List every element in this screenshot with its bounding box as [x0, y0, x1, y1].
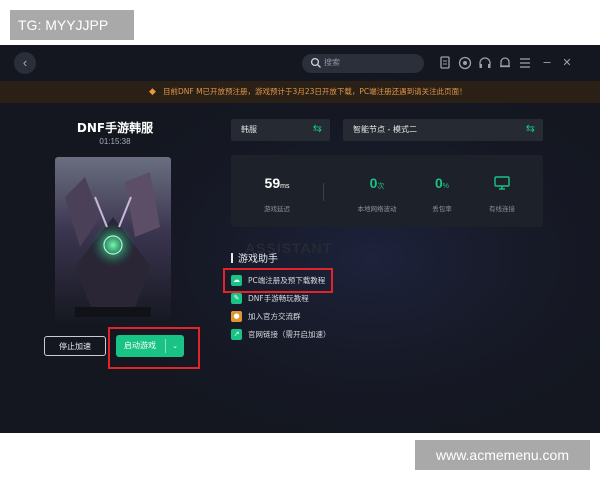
search-box[interactable]: 搜索 [302, 54, 424, 73]
group-icon: ● [231, 311, 242, 322]
search-icon [310, 57, 321, 68]
region-selector-label: 韩服 [241, 125, 257, 134]
minimize-icon[interactable]: − [538, 54, 556, 72]
swap-icon: ⇆ [312, 122, 322, 135]
assistant-item[interactable]: ✎ DNF手游畅玩教程 [231, 292, 331, 306]
game-title: DNF手游韩服 [76, 121, 154, 135]
stat-fluctuation-label: 本地网络波动 [357, 205, 397, 213]
stat-fluctuation-value: 0次 [369, 175, 385, 191]
megaphone-icon: ◆ [149, 86, 156, 96]
stat-divider [323, 183, 324, 201]
close-icon[interactable]: ✕ [558, 54, 576, 72]
monitor-icon [494, 176, 510, 190]
headset-icon[interactable] [476, 54, 494, 72]
network-stats-panel: 59ms 游戏延迟 0次 本地网络波动 0% 丢包率 有线连接 [231, 155, 543, 227]
acceleration-timer: 01:15:38 [99, 137, 131, 146]
swap-icon: ⇆ [525, 122, 535, 135]
assistant-title: 游戏助手 [231, 250, 278, 265]
node-selector[interactable]: 智能节点 - 模式二 ⇆ [343, 119, 543, 141]
stat-latency: 59ms 游戏延迟 [231, 155, 323, 227]
node-selector-label: 智能节点 - 模式二 [353, 125, 417, 134]
assistant-item[interactable]: ↗ 官网链接（需开启加速） [231, 328, 331, 342]
watermark-bottom-right: www.acmemenu.com [415, 440, 590, 470]
watermark-top-left: TG: MYYJJPP [10, 10, 134, 40]
speedometer-icon[interactable] [456, 54, 474, 72]
assistant-item[interactable]: ● 加入官方交流群 [231, 310, 331, 324]
game-cover-art [55, 157, 171, 323]
highlight-box-tutorial [223, 268, 333, 293]
assistant-item-label: DNF手游畅玩教程 [248, 294, 309, 303]
bell-icon[interactable] [496, 54, 514, 72]
stat-packet-loss-value: 0% [434, 175, 450, 191]
title-accent-bar [231, 253, 233, 263]
search-placeholder: 搜索 [324, 58, 340, 67]
clipboard-icon[interactable] [436, 54, 454, 72]
stat-packet-loss-label: 丢包率 [432, 205, 452, 213]
stat-fluctuation: 0次 本地网络波动 [341, 155, 413, 227]
assistant-item-label: 官网链接（需开启加速） [248, 330, 331, 339]
guide-icon: ✎ [231, 293, 242, 304]
stat-connection-label: 有线连接 [489, 205, 515, 213]
stat-latency-label: 游戏延迟 [264, 205, 290, 213]
stat-latency-value: 59ms [264, 175, 290, 191]
assistant-title-text: 游戏助手 [238, 254, 278, 265]
stat-packet-loss: 0% 丢包率 [411, 155, 473, 227]
app-window: ‹ 搜索 − ✕ ◆ 目前DNF M已开放预注册，游戏预计于3月23日开放下载，… [0, 45, 600, 433]
back-button[interactable]: ‹ [14, 52, 36, 74]
highlight-box-start [108, 327, 200, 369]
notice-bar: ◆ 目前DNF M已开放预注册，游戏预计于3月23日开放下载，PC端注册还遇到请… [0, 81, 600, 103]
region-selector[interactable]: 韩服 ⇆ [231, 119, 330, 141]
titlebar: ‹ 搜索 − ✕ [0, 45, 600, 81]
notice-text[interactable]: 目前DNF M已开放预注册，游戏预计于3月23日开放下载，PC端注册还遇到请关注… [163, 86, 467, 97]
assistant-item-label: 加入官方交流群 [248, 312, 301, 321]
stop-acceleration-button[interactable]: 停止加速 [44, 336, 106, 356]
stat-connection: 有线连接 [469, 155, 535, 227]
chevron-left-icon: ‹ [22, 55, 28, 70]
link-icon: ↗ [231, 329, 242, 340]
menu-icon[interactable] [516, 54, 534, 72]
